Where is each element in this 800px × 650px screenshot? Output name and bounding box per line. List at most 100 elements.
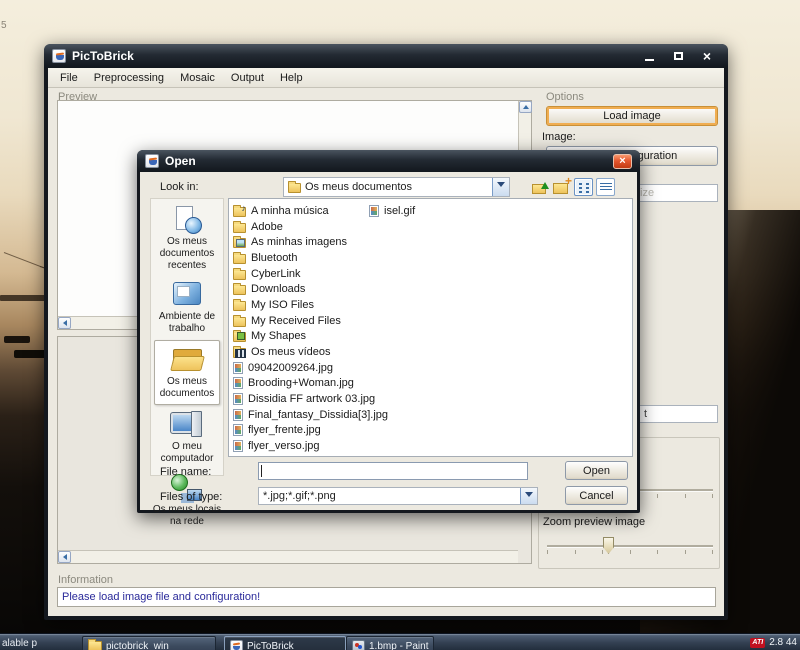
taskbar-button-label: 1.bmp - Paint: [369, 641, 428, 650]
open-button[interactable]: Open: [565, 461, 628, 480]
file-row[interactable]: Downloads: [233, 281, 388, 297]
menu-item[interactable]: Help: [272, 68, 311, 88]
file-row[interactable]: A minha música: [233, 203, 388, 219]
file-row[interactable]: My Shapes: [233, 329, 388, 345]
file-row[interactable]: 09042009264.jpg: [233, 360, 388, 376]
menu-item[interactable]: Mosaic: [172, 68, 223, 88]
taskbar-app-icon: [230, 640, 243, 650]
place-item[interactable]: Os meus documentos: [154, 340, 220, 405]
file-row[interactable]: flyer_frente.jpg: [233, 423, 388, 439]
dialog-titlebar[interactable]: Open ×: [137, 150, 640, 172]
close-button[interactable]: ×: [698, 49, 716, 63]
file-icon: [369, 205, 379, 217]
taskbar-buttons: pictobrick_win PicToBrick 1.bmp - Paint: [62, 636, 434, 650]
screen: 5 PicToBrick × FilePreprocessingMosaicOu…: [0, 0, 800, 650]
file-icon: [233, 348, 246, 358]
places-sidebar: Os meus documentos recentes Ambiente de …: [150, 198, 224, 476]
file-row[interactable]: CyberLink: [233, 266, 388, 282]
files-of-type-dropdown-button[interactable]: [520, 488, 537, 504]
file-icon: [233, 377, 243, 389]
file-name: My Received Files: [251, 315, 341, 327]
file-icon: [233, 440, 243, 452]
java-app-icon: [52, 49, 66, 63]
information-message: Please load image file and configuration…: [62, 591, 260, 603]
file-row[interactable]: isel.gif: [369, 203, 415, 219]
file-list-column-2: isel.gif: [369, 203, 415, 219]
file-row[interactable]: Adobe: [233, 219, 388, 235]
place-item[interactable]: Os meus documentos recentes: [151, 201, 223, 276]
list-view-icon[interactable]: [574, 178, 593, 196]
files-of-type-combobox[interactable]: *.jpg;*.gif;*.png: [258, 487, 538, 505]
information-field: Please load image file and configuration…: [57, 587, 716, 607]
file-name-input[interactable]: [258, 462, 528, 480]
file-row[interactable]: Final_fantasy_Dissidia[3].jpg: [233, 407, 388, 423]
file-icon: [233, 301, 246, 311]
file-row[interactable]: Os meus vídeos: [233, 344, 388, 360]
file-row[interactable]: As minhas imagens: [233, 234, 388, 250]
look-in-combobox[interactable]: Os meus documentos: [283, 177, 510, 197]
desktop-artifact-text: 5: [1, 20, 7, 31]
scroll-left-button[interactable]: [58, 551, 71, 563]
file-list[interactable]: A minha música Adobe As minhas imagens: [228, 198, 633, 457]
ati-tray-icon[interactable]: ATI: [750, 638, 765, 648]
options-group-label: Options: [546, 91, 584, 103]
file-row[interactable]: flyer_verso.jpg: [233, 438, 388, 454]
window-titlebar[interactable]: PicToBrick ×: [44, 44, 728, 68]
tray-status-text: 2.8 44: [769, 637, 797, 648]
details-view-icon[interactable]: [596, 178, 615, 196]
open-dialog: Open × Look in: Os meus documentos Os me…: [137, 150, 640, 513]
boat-silhouette: [14, 350, 48, 358]
file-icon: [233, 424, 243, 436]
file-row[interactable]: My ISO Files: [233, 297, 388, 313]
taskbar-button[interactable]: pictobrick_win: [82, 636, 216, 650]
place-label: Os meus locais na rede: [152, 504, 222, 528]
menu-item[interactable]: Output: [223, 68, 272, 88]
file-name: Downloads: [251, 283, 305, 295]
folder-icon: [288, 183, 301, 193]
dialog-close-button[interactable]: ×: [613, 154, 632, 169]
menu-item[interactable]: File: [52, 68, 86, 88]
scroll-left-button[interactable]: [58, 317, 71, 329]
file-name: CyberLink: [251, 268, 301, 280]
taskbar-partial-text[interactable]: alable p: [2, 638, 37, 649]
taskbar-button[interactable]: 1.bmp - Paint: [346, 636, 434, 650]
left-arrow-icon: [60, 320, 67, 326]
place-label: O meu computador: [152, 441, 222, 465]
look-in-label: Look in:: [160, 181, 199, 193]
files-of-type-label: Files of type:: [160, 491, 222, 503]
up-one-level-icon[interactable]: [532, 178, 551, 196]
new-folder-icon[interactable]: [553, 178, 572, 196]
file-row[interactable]: Dissidia FF artwork 03.jpg: [233, 391, 388, 407]
look-in-value: Os meus documentos: [305, 181, 412, 193]
look-in-dropdown-button[interactable]: [492, 178, 509, 196]
file-name: flyer_frente.jpg: [248, 424, 321, 436]
file-row[interactable]: Brooding+Woman.jpg: [233, 376, 388, 392]
file-icon: [233, 362, 243, 374]
maximize-button[interactable]: [669, 49, 687, 63]
taskbar: alable p pictobrick_win PicToBrick 1.bmp…: [0, 633, 800, 650]
minimize-button[interactable]: [640, 49, 658, 63]
left-arrow-icon: [60, 554, 67, 560]
chevron-down-icon: [497, 182, 505, 191]
cancel-button[interactable]: Cancel: [565, 486, 628, 505]
place-item[interactable]: Ambiente de trabalho: [151, 276, 223, 339]
menu-item[interactable]: Preprocessing: [86, 68, 172, 88]
file-icon: [233, 393, 243, 405]
information-group-label: Information: [58, 574, 113, 586]
preview-bottom-hscrollbar[interactable]: [58, 550, 518, 563]
place-item[interactable]: O meu computador: [151, 406, 223, 469]
file-icon: [233, 285, 246, 295]
up-arrow-icon: [523, 102, 529, 109]
file-row[interactable]: My Received Files: [233, 313, 388, 329]
image-label: Image:: [542, 131, 576, 143]
file-name: A minha música: [251, 205, 329, 217]
taskbar-button[interactable]: PicToBrick: [224, 636, 346, 650]
file-icon: [233, 409, 243, 421]
scroll-up-button[interactable]: [519, 101, 532, 113]
file-icon: [233, 317, 246, 327]
zoom-slider-bottom-track[interactable]: [547, 545, 713, 547]
file-name: Dissidia FF artwork 03.jpg: [248, 393, 375, 405]
load-image-button[interactable]: Load image: [546, 106, 718, 126]
file-row[interactable]: Bluetooth: [233, 250, 388, 266]
file-list-column-1: A minha música Adobe As minhas imagens: [233, 203, 388, 454]
